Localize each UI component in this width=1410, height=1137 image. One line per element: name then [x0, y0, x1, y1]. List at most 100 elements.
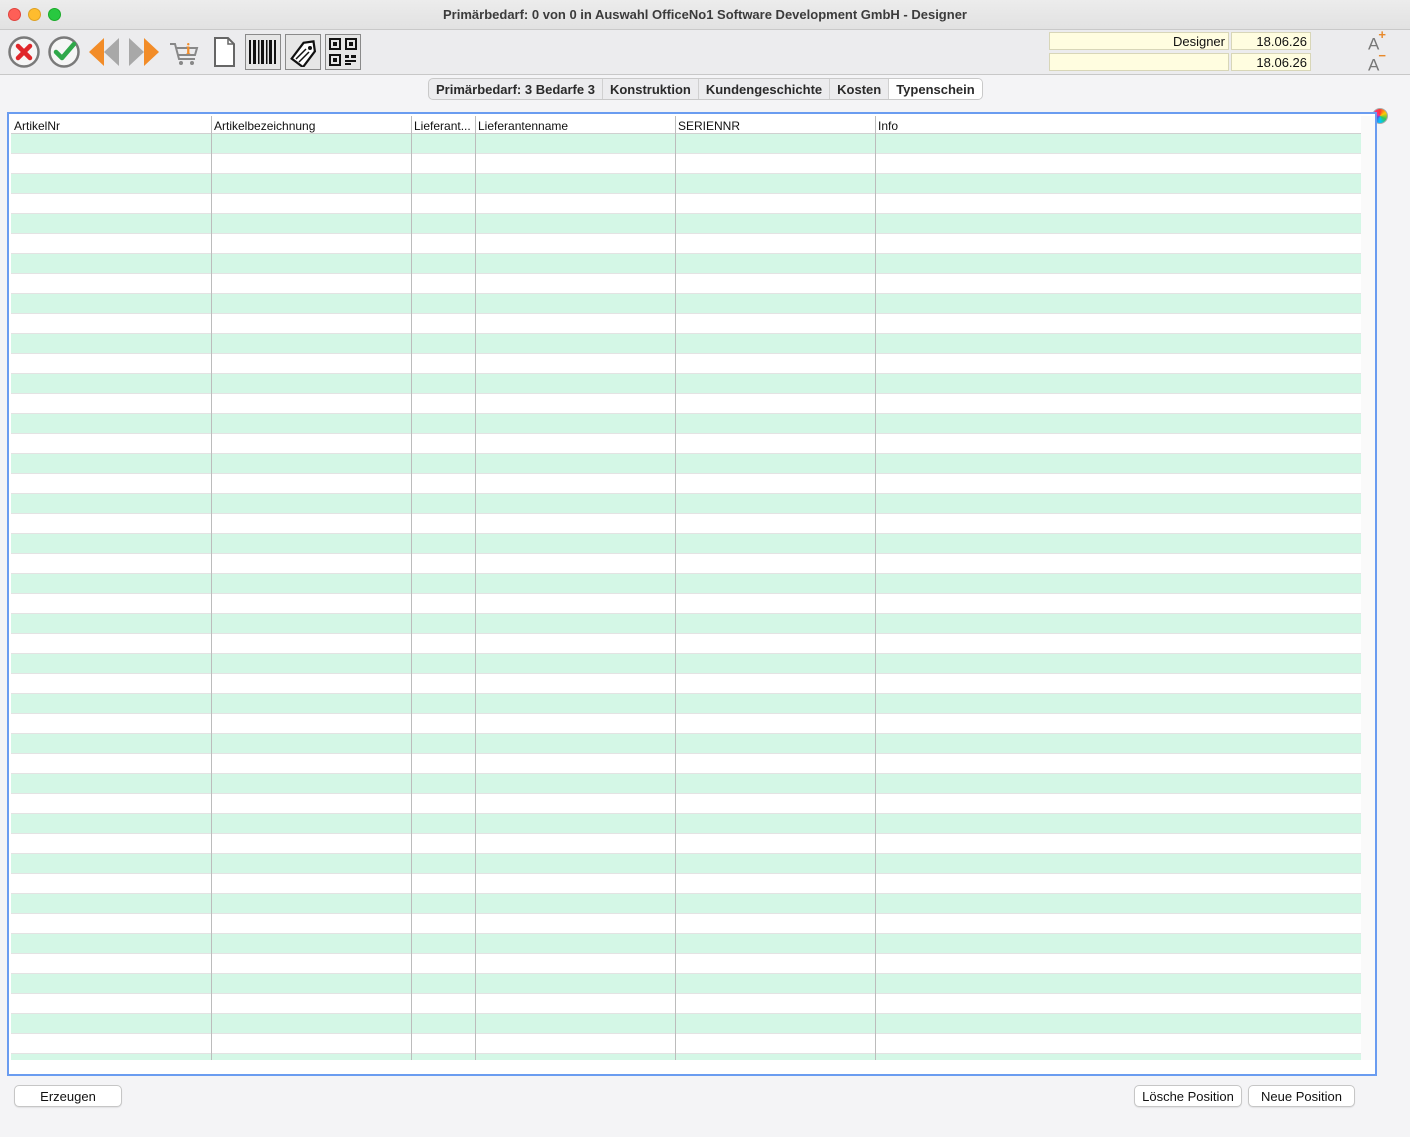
table-row[interactable]	[11, 814, 1361, 834]
column-header-seriennr[interactable]: SERIENNR	[675, 116, 875, 134]
table-rows	[11, 134, 1361, 1060]
column-divider[interactable]	[675, 116, 676, 1060]
previous-button[interactable]	[86, 34, 122, 70]
date-field-1[interactable]: 18.06.26	[1231, 32, 1311, 50]
table-header: ArtikelNr Artikelbezeichnung Lieferant..…	[11, 116, 1361, 134]
column-header-lieferantenname[interactable]: Lieferantenname	[475, 116, 675, 134]
table-row[interactable]	[11, 314, 1361, 334]
cancel-button[interactable]	[6, 34, 42, 70]
column-header-artikelnr[interactable]: ArtikelNr	[11, 116, 211, 134]
checkmark-icon	[48, 36, 80, 68]
table-row[interactable]	[11, 694, 1361, 714]
tab-kosten[interactable]: Kosten	[830, 79, 890, 99]
vertical-scrollbar[interactable]	[1361, 116, 1375, 1060]
toolbar: i Designer 18.06.26 18.06.26 A+ A−	[0, 27, 1410, 76]
table-row[interactable]	[11, 454, 1361, 474]
table-row[interactable]	[11, 894, 1361, 914]
table-row[interactable]	[11, 834, 1361, 854]
table-row[interactable]	[11, 474, 1361, 494]
tab-konstruktion[interactable]: Konstruktion	[603, 79, 699, 99]
new-document-button[interactable]	[206, 34, 242, 70]
table-row[interactable]	[11, 514, 1361, 534]
table-row[interactable]	[11, 494, 1361, 514]
qr-code-icon	[329, 38, 357, 66]
table-row[interactable]	[11, 414, 1361, 434]
table-row[interactable]	[11, 934, 1361, 954]
column-header-info[interactable]: Info	[875, 116, 1361, 134]
price-tag-icon	[290, 40, 317, 67]
positions-table[interactable]: ArtikelNr Artikelbezeichnung Lieferant..…	[7, 112, 1377, 1076]
table-row[interactable]	[11, 1054, 1361, 1060]
tab-primaerbedarf[interactable]: Primärbedarf: 3 Bedarfe 3	[429, 79, 603, 99]
column-divider[interactable]	[411, 116, 412, 1060]
date-field-2[interactable]: 18.06.26	[1231, 53, 1311, 71]
table-row[interactable]	[11, 334, 1361, 354]
tab-typenschein[interactable]: Typenschein	[889, 79, 982, 99]
document-icon	[214, 37, 235, 67]
table-row[interactable]	[11, 734, 1361, 754]
table-body-area: ArtikelNr Artikelbezeichnung Lieferant..…	[11, 116, 1361, 1060]
next-button[interactable]	[126, 34, 162, 70]
cancel-x-icon	[8, 36, 40, 68]
cart-info-icon: i	[170, 41, 199, 65]
svg-text:i: i	[186, 41, 191, 58]
table-row[interactable]	[11, 994, 1361, 1014]
table-row[interactable]	[11, 254, 1361, 274]
tab-kundengeschichte[interactable]: Kundengeschichte	[699, 79, 831, 99]
table-row[interactable]	[11, 754, 1361, 774]
table-row[interactable]	[11, 774, 1361, 794]
window: Primärbedarf: 0 von 0 in Auswahl OfficeN…	[0, 0, 1410, 1137]
table-row[interactable]	[11, 974, 1361, 994]
column-divider[interactable]	[211, 116, 212, 1060]
arrow-left-icon	[89, 38, 119, 66]
column-header-artikelbezeichnung[interactable]: Artikelbezeichnung	[211, 116, 411, 134]
font-decrease-button[interactable]: A−	[1368, 48, 1387, 76]
table-row[interactable]	[11, 434, 1361, 454]
column-divider[interactable]	[875, 116, 876, 1060]
table-row[interactable]	[11, 1034, 1361, 1054]
window-title: Primärbedarf: 0 von 0 in Auswahl OfficeN…	[443, 7, 967, 22]
table-row[interactable]	[11, 554, 1361, 574]
column-header-lieferant[interactable]: Lieferant...	[411, 116, 475, 134]
delete-position-button[interactable]: Lösche Position	[1134, 1085, 1242, 1107]
erzeugen-button[interactable]: Erzeugen	[14, 1085, 122, 1107]
table-row[interactable]	[11, 154, 1361, 174]
table-row[interactable]	[11, 354, 1361, 374]
table-row[interactable]	[11, 574, 1361, 594]
table-row[interactable]	[11, 714, 1361, 734]
table-row[interactable]	[11, 594, 1361, 614]
user-field[interactable]: Designer	[1049, 32, 1229, 50]
table-row[interactable]	[11, 614, 1361, 634]
table-row[interactable]	[11, 194, 1361, 214]
table-row[interactable]	[11, 634, 1361, 654]
table-row[interactable]	[11, 534, 1361, 554]
column-divider[interactable]	[475, 116, 476, 1060]
cart-info-button[interactable]: i	[166, 34, 202, 70]
qr-code-button[interactable]	[325, 34, 361, 70]
table-row[interactable]	[11, 1014, 1361, 1034]
table-row[interactable]	[11, 394, 1361, 414]
arrow-right-icon	[129, 38, 159, 66]
table-row[interactable]	[11, 174, 1361, 194]
table-row[interactable]	[11, 854, 1361, 874]
table-row[interactable]	[11, 234, 1361, 254]
table-row[interactable]	[11, 874, 1361, 894]
table-row[interactable]	[11, 654, 1361, 674]
secondary-field[interactable]	[1049, 53, 1229, 71]
table-row[interactable]	[11, 794, 1361, 814]
title-bar: Primärbedarf: 0 von 0 in Auswahl OfficeN…	[0, 0, 1410, 30]
new-position-button[interactable]: Neue Position	[1248, 1085, 1355, 1107]
table-row[interactable]	[11, 914, 1361, 934]
barcode-button[interactable]	[245, 34, 281, 70]
table-row[interactable]	[11, 274, 1361, 294]
table-row[interactable]	[11, 954, 1361, 974]
table-row[interactable]	[11, 674, 1361, 694]
table-row[interactable]	[11, 214, 1361, 234]
barcode-icon	[249, 40, 276, 64]
confirm-button[interactable]	[46, 34, 82, 70]
table-row[interactable]	[11, 374, 1361, 394]
tab-bar: Primärbedarf: 3 Bedarfe 3 Konstruktion K…	[428, 78, 983, 100]
price-tag-button[interactable]	[285, 34, 321, 70]
table-row[interactable]	[11, 294, 1361, 314]
table-row[interactable]	[11, 134, 1361, 154]
